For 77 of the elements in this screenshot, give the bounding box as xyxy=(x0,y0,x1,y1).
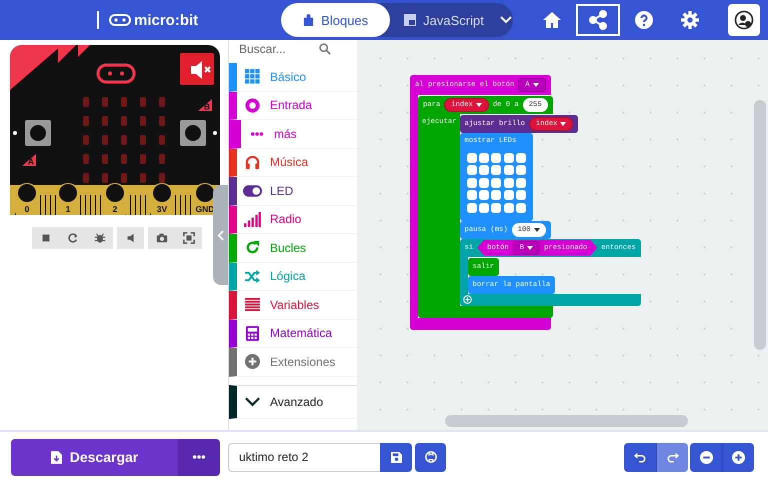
pin-hole[interactable] xyxy=(153,184,171,202)
push-button[interactable] xyxy=(25,120,51,146)
debug-button[interactable] xyxy=(86,227,113,249)
screenshot-button[interactable] xyxy=(148,227,175,249)
scrollbar[interactable] xyxy=(445,415,688,427)
push-button[interactable] xyxy=(180,120,206,146)
toggle-icon xyxy=(243,184,262,197)
target-icon xyxy=(245,98,260,113)
led-grid-drawing[interactable] xyxy=(464,151,528,215)
cat-icon xyxy=(424,451,436,463)
file-icon xyxy=(404,14,416,26)
chevron-down-icon xyxy=(245,396,260,406)
shuffle-icon xyxy=(245,270,260,283)
search-icon xyxy=(319,42,331,54)
hole-icon xyxy=(213,131,217,135)
account-button[interactable] xyxy=(728,4,760,36)
download-icon xyxy=(50,450,62,464)
signal-bars-icon xyxy=(244,212,261,227)
grid-icon xyxy=(245,69,260,84)
logo-icon xyxy=(109,14,131,26)
chevron-left-icon xyxy=(217,230,224,240)
hole-icon xyxy=(13,131,17,135)
save-button[interactable] xyxy=(380,442,412,472)
bug-icon xyxy=(94,232,106,244)
zoom-in-icon xyxy=(732,450,745,464)
pin-hole[interactable] xyxy=(196,184,214,202)
download-button[interactable]: Descargar xyxy=(11,438,178,476)
calculator-icon xyxy=(246,326,259,341)
settings-icon xyxy=(680,10,700,30)
zoom-out-button[interactable] xyxy=(690,442,722,472)
help-icon xyxy=(634,10,654,30)
dots-icon xyxy=(192,454,206,460)
puzzle-icon xyxy=(303,14,314,26)
list-icon xyxy=(245,298,260,312)
zoom-out-icon xyxy=(700,450,712,464)
mute-button[interactable] xyxy=(117,227,144,249)
undo-icon xyxy=(634,452,646,462)
button-label: A xyxy=(22,154,36,166)
share-icon xyxy=(588,10,608,30)
chevron-down-icon xyxy=(500,16,512,24)
search-field[interactable]: Buscar... xyxy=(239,42,319,56)
loop-icon xyxy=(245,240,260,256)
pin-hole[interactable] xyxy=(18,184,36,202)
dots-icon xyxy=(250,130,264,137)
stop-icon xyxy=(40,232,52,244)
stop-button[interactable] xyxy=(32,227,59,249)
mute-button[interactable] xyxy=(180,53,214,85)
add-icon[interactable] xyxy=(462,295,472,304)
undo-button[interactable] xyxy=(624,442,656,472)
speaker-icon xyxy=(124,232,136,244)
redo-icon xyxy=(666,452,678,462)
plus-icon xyxy=(245,354,260,370)
pin-label: 0 xyxy=(24,204,30,214)
restart-icon xyxy=(66,232,78,244)
fullscreen-icon xyxy=(182,232,194,244)
cat-button[interactable] xyxy=(415,442,446,472)
scrollbar[interactable] xyxy=(754,100,766,350)
share-button[interactable] xyxy=(576,4,620,36)
pin-hole[interactable] xyxy=(106,184,124,202)
pin-label: 2 xyxy=(112,204,118,214)
more-button[interactable] xyxy=(178,438,220,476)
pin-label: 1 xyxy=(66,204,70,214)
headphones-icon xyxy=(245,154,260,170)
fullscreen-button[interactable] xyxy=(175,227,202,249)
logo-text: micro:bit xyxy=(134,12,198,28)
camera-icon xyxy=(156,232,168,244)
save-icon xyxy=(390,452,402,462)
pin-hole[interactable] xyxy=(59,184,77,202)
project-name-field[interactable]: uktimo reto 2 xyxy=(228,442,380,472)
view-tab[interactable]: JavaScript xyxy=(390,3,499,37)
account-icon xyxy=(734,10,754,30)
view-tab[interactable]: Bloques xyxy=(281,3,390,37)
pin-label: 3V xyxy=(156,204,168,214)
home-icon xyxy=(542,10,562,30)
collapse-handle[interactable] xyxy=(213,185,228,285)
zoom-in-button[interactable] xyxy=(722,442,754,472)
logo-icon xyxy=(96,64,136,84)
